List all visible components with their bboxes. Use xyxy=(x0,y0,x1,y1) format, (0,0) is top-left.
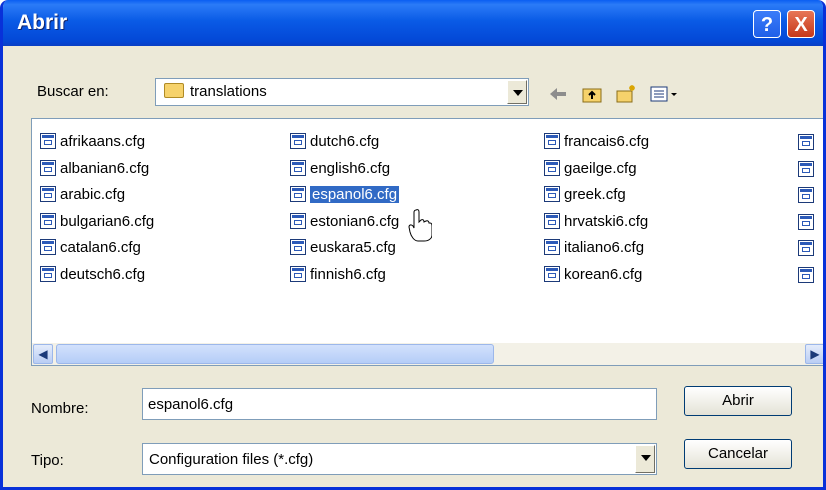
file-name: korean6.cfg xyxy=(564,266,643,283)
file-item[interactable]: estonian6.cfg xyxy=(290,212,399,232)
cfg-file-icon xyxy=(290,133,306,149)
file-name: arabic.cfg xyxy=(60,186,126,204)
look-in-label: Buscar en: xyxy=(37,83,109,100)
file-name: english6.cfg xyxy=(310,159,391,177)
cfg-file-icon xyxy=(290,239,306,256)
file-name: catalan6.cfg xyxy=(60,239,141,257)
cfg-file-icon xyxy=(40,186,56,203)
hand-cursor-icon xyxy=(408,209,432,242)
filename-input[interactable]: espanol6.cfg xyxy=(142,388,657,420)
close-button[interactable]: X xyxy=(787,10,815,38)
cfg-file-icon xyxy=(544,186,560,203)
file-list[interactable]: afrikaans.cfg albanian6.cfg arabic.cfg bulg… xyxy=(31,118,823,366)
filename-label: Nombre: xyxy=(31,400,89,417)
filetype-combo[interactable]: Configuration files (*.cfg) xyxy=(142,443,657,475)
file-item[interactable]: finnish6.cfg xyxy=(290,265,386,285)
cfg-file-icon xyxy=(40,133,56,149)
file-item[interactable]: bulgarian6.cfg xyxy=(40,212,154,232)
file-item[interactable]: korean6.cfg xyxy=(544,265,642,285)
file-name: afrikaans.cfg xyxy=(60,133,146,150)
filename-value: espanol6.cfg xyxy=(148,396,234,413)
file-name: espanol6.cfg xyxy=(310,186,400,204)
cfg-file-icon[interactable] xyxy=(798,160,814,177)
cfg-file-icon[interactable] xyxy=(798,187,814,204)
look-in-combo[interactable]: translations xyxy=(155,78,529,106)
cfg-file-icon xyxy=(544,266,560,282)
file-name: gaeilge.cfg xyxy=(564,159,637,177)
file-item[interactable]: catalan6.cfg xyxy=(40,238,141,258)
scroll-left-button[interactable]: ◀ xyxy=(33,344,53,364)
open-button[interactable]: Abrir xyxy=(684,386,792,416)
help-button[interactable]: ? xyxy=(753,10,781,38)
cfg-file-icon[interactable] xyxy=(798,134,814,150)
open-file-dialog: Abrir ? X Buscar en: translations afrika… xyxy=(0,0,826,490)
cfg-file-icon xyxy=(544,133,560,149)
file-name: hrvatski6.cfg xyxy=(564,212,649,230)
cfg-file-icon xyxy=(40,239,56,256)
cfg-file-icon xyxy=(544,212,560,229)
file-name: euskara5.cfg xyxy=(310,239,396,257)
file-name: finnish6.cfg xyxy=(310,266,386,283)
cfg-file-icon xyxy=(290,186,306,203)
up-folder-icon[interactable] xyxy=(581,84,603,104)
filetype-dropdown-button[interactable] xyxy=(635,445,655,473)
look-in-value: translations xyxy=(190,83,267,100)
cfg-file-icon xyxy=(544,159,560,176)
scroll-thumb[interactable] xyxy=(56,344,494,364)
file-name: deutsch6.cfg xyxy=(60,266,146,283)
file-item[interactable]: english6.cfg xyxy=(290,159,390,179)
cfg-file-icon xyxy=(40,266,56,282)
cfg-file-icon xyxy=(40,212,56,229)
cfg-file-icon[interactable] xyxy=(798,240,814,257)
file-item[interactable]: arabic.cfg xyxy=(40,185,125,205)
back-icon[interactable] xyxy=(547,84,569,104)
file-item[interactable]: gaeilge.cfg xyxy=(544,159,637,179)
folder-icon xyxy=(164,83,184,98)
file-item[interactable]: hrvatski6.cfg xyxy=(544,212,648,232)
title-bar[interactable]: Abrir ? X xyxy=(3,0,823,46)
file-name: dutch6.cfg xyxy=(310,133,380,150)
filetype-value: Configuration files (*.cfg) xyxy=(149,451,314,468)
cfg-file-icon xyxy=(544,239,560,256)
cfg-file-icon xyxy=(290,212,306,229)
cfg-file-icon xyxy=(40,159,56,176)
horizontal-scrollbar[interactable]: ◀ ▶ xyxy=(32,343,823,365)
file-name: italiano6.cfg xyxy=(564,239,645,257)
file-item[interactable]: dutch6.cfg xyxy=(290,132,379,152)
file-item[interactable]: francais6.cfg xyxy=(544,132,649,152)
file-item[interactable]: greek.cfg xyxy=(544,185,626,205)
file-item[interactable]: espanol6.cfg xyxy=(290,185,400,205)
scroll-right-button[interactable]: ▶ xyxy=(805,344,823,364)
cfg-file-icon xyxy=(290,266,306,282)
view-menu-icon[interactable] xyxy=(649,84,681,104)
file-item[interactable]: italiano6.cfg xyxy=(544,238,644,258)
look-in-dropdown-button[interactable] xyxy=(507,80,527,104)
file-name: bulgarian6.cfg xyxy=(60,212,155,230)
file-item[interactable]: deutsch6.cfg xyxy=(40,265,145,285)
file-name: estonian6.cfg xyxy=(310,212,400,230)
filetype-label: Tipo: xyxy=(31,452,64,469)
file-item[interactable]: euskara5.cfg xyxy=(290,238,396,258)
cancel-button[interactable]: Cancelar xyxy=(684,439,792,469)
file-name: greek.cfg xyxy=(564,186,626,204)
file-name: francais6.cfg xyxy=(564,133,650,150)
dialog-title: Abrir xyxy=(17,11,68,34)
cfg-file-icon xyxy=(290,159,306,176)
file-item[interactable]: afrikaans.cfg xyxy=(40,132,145,152)
new-folder-icon[interactable] xyxy=(615,84,637,104)
file-item[interactable]: albanian6.cfg xyxy=(40,159,149,179)
cfg-file-icon[interactable] xyxy=(798,267,814,283)
cfg-file-icon[interactable] xyxy=(798,213,814,230)
file-name: albanian6.cfg xyxy=(60,159,150,177)
